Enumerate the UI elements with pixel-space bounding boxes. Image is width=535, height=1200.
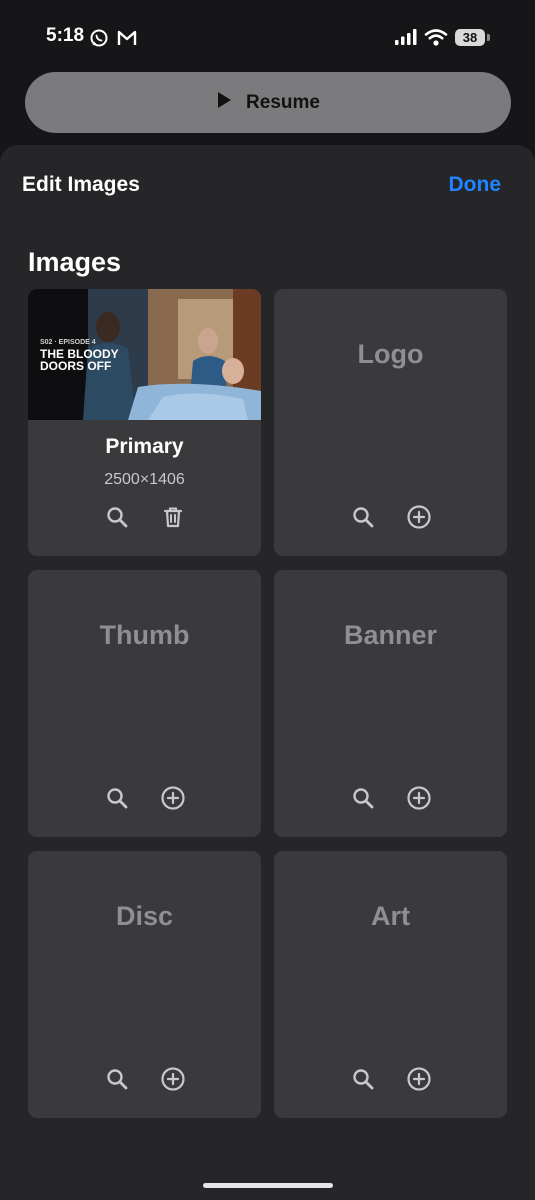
image-card-art[interactable]: Art <box>274 851 507 1118</box>
image-card-disc[interactable]: Disc <box>28 851 261 1118</box>
screen: 5:18 38 Resume Edit Images Done Images S… <box>0 0 535 1200</box>
search-icon[interactable] <box>104 1066 130 1092</box>
image-card-logo[interactable]: Logo <box>274 289 507 556</box>
resume-button[interactable]: Resume <box>25 72 511 133</box>
search-icon[interactable] <box>350 1066 376 1092</box>
banner-actions <box>274 785 507 811</box>
image-card-primary[interactable]: S02 · EPISODE 4 THE BLOODY DOORS OFF Pri… <box>28 289 261 556</box>
resume-label: Resume <box>246 91 320 113</box>
status-time: 5:18 <box>46 25 85 46</box>
gmail-icon <box>116 28 138 53</box>
search-icon[interactable] <box>350 785 376 811</box>
thumb-label: Thumb <box>99 620 190 650</box>
play-icon <box>216 91 232 114</box>
search-icon[interactable] <box>350 504 376 530</box>
search-icon[interactable] <box>104 785 130 811</box>
disc-actions <box>28 1066 261 1092</box>
add-circle-icon[interactable] <box>406 1066 432 1092</box>
primary-actions <box>28 504 261 530</box>
primary-title: Primary <box>105 435 184 458</box>
signal-icon <box>394 28 418 51</box>
battery-cap <box>487 34 490 41</box>
add-circle-icon[interactable] <box>160 785 186 811</box>
thumb-actions <box>28 785 261 811</box>
banner-label: Banner <box>343 620 438 650</box>
image-card-thumb[interactable]: Thumb <box>28 570 261 837</box>
art-label: Art <box>371 901 410 931</box>
art-actions <box>274 1066 507 1092</box>
trash-icon[interactable] <box>160 504 186 530</box>
whatsapp-icon <box>89 28 109 53</box>
add-circle-icon[interactable] <box>406 504 432 530</box>
logo-actions <box>274 504 507 530</box>
add-circle-icon[interactable] <box>160 1066 186 1092</box>
image-card-banner[interactable]: Banner <box>274 570 507 837</box>
search-icon[interactable] <box>104 504 130 530</box>
wifi-icon <box>424 28 448 51</box>
disc-label: Disc <box>115 901 174 931</box>
edit-images-sheet: Edit Images Done Images S02 · EPISODE 4 … <box>0 145 535 1200</box>
primary-dimensions: 2500×1406 <box>104 471 185 488</box>
poster-episode-text: S02 · EPISODE 4 <box>40 339 96 346</box>
status-bar: 5:18 38 <box>0 0 535 75</box>
done-button[interactable]: Done <box>449 173 502 197</box>
add-circle-icon[interactable] <box>406 785 432 811</box>
section-title: Images <box>28 247 122 277</box>
sheet-title: Edit Images <box>22 173 140 196</box>
home-indicator[interactable] <box>203 1183 333 1188</box>
poster-title-line-2: DOORS OFF <box>40 359 112 373</box>
logo-label: Logo <box>357 339 424 369</box>
battery-icon: 38 <box>455 29 485 46</box>
